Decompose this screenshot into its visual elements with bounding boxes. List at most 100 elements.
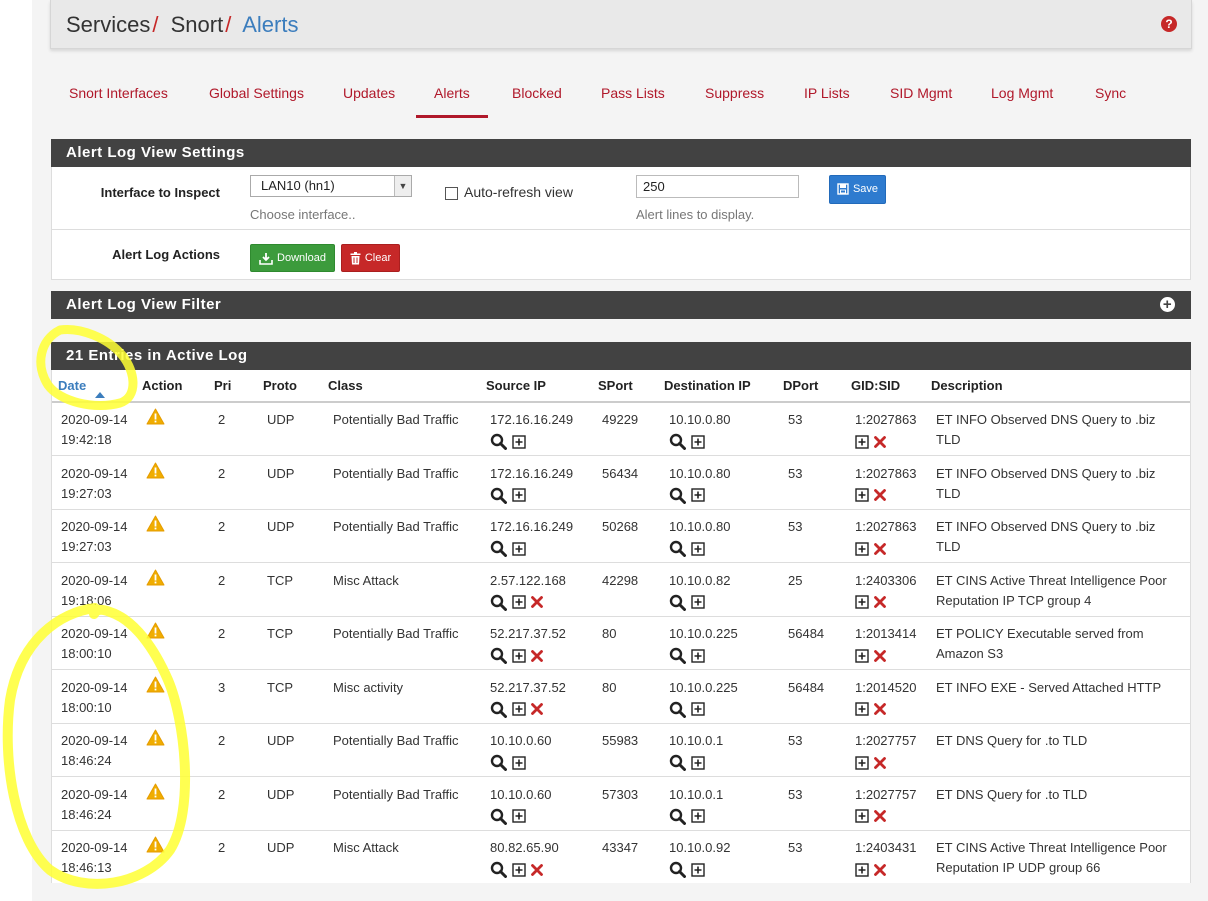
breadcrumb-services[interactable]: Services [66, 12, 150, 37]
source-ip[interactable]: 80.82.65.90 [490, 838, 559, 858]
magnifier-icon[interactable] [669, 433, 686, 451]
destination-ip[interactable]: 10.10.0.80 [669, 517, 730, 537]
tab-alerts[interactable]: Alerts [416, 74, 488, 118]
interface-select[interactable]: LAN10 (hn1) ▼ [250, 175, 412, 197]
plus-square-icon[interactable] [691, 541, 705, 556]
source-ip[interactable]: 172.16.16.249 [490, 410, 573, 430]
plus-square-icon[interactable] [512, 488, 526, 502]
plus-square-icon[interactable] [855, 755, 869, 770]
gid-sid[interactable]: 1:2027757 [855, 731, 916, 751]
column-header-source-ip[interactable]: Source IP [486, 370, 546, 402]
clear-button[interactable]: Clear [341, 244, 400, 272]
x-icon[interactable] [874, 756, 886, 769]
plus-square-icon[interactable] [512, 541, 526, 556]
column-header-class[interactable]: Class [328, 370, 363, 402]
plus-square-icon[interactable] [512, 595, 526, 609]
x-icon[interactable] [874, 489, 886, 501]
magnifier-icon[interactable] [669, 754, 686, 772]
gid-sid[interactable]: 1:2027863 [855, 517, 916, 537]
destination-ip[interactable]: 10.10.0.1 [669, 731, 723, 751]
plus-square-icon[interactable] [512, 702, 526, 716]
source-ip[interactable]: 10.10.0.60 [490, 731, 551, 751]
plus-square-icon[interactable] [855, 862, 869, 877]
plus-square-icon[interactable] [512, 434, 526, 449]
magnifier-icon[interactable] [490, 594, 507, 611]
column-header-dport[interactable]: DPort [783, 370, 818, 402]
plus-square-icon[interactable] [512, 755, 526, 770]
destination-ip[interactable]: 10.10.0.92 [669, 838, 730, 858]
destination-ip[interactable]: 10.10.0.225 [669, 624, 738, 644]
destination-ip[interactable]: 10.10.0.1 [669, 785, 723, 805]
plus-square-icon[interactable] [691, 434, 705, 449]
tab-pass-lists[interactable]: Pass Lists [583, 74, 683, 118]
gid-sid[interactable]: 1:2027757 [855, 785, 916, 805]
source-ip[interactable]: 172.16.16.249 [490, 464, 573, 484]
download-button[interactable]: Download [250, 244, 335, 272]
save-button[interactable]: Save [829, 175, 886, 204]
plus-square-icon[interactable] [512, 648, 526, 663]
x-icon[interactable] [531, 649, 543, 662]
magnifier-icon[interactable] [669, 487, 686, 504]
plus-square-icon[interactable] [855, 595, 869, 609]
destination-ip[interactable]: 10.10.0.225 [669, 678, 738, 698]
destination-ip[interactable]: 10.10.0.80 [669, 410, 730, 430]
magnifier-icon[interactable] [669, 540, 686, 558]
tab-updates[interactable]: Updates [325, 74, 413, 118]
plus-square-icon[interactable] [855, 648, 869, 663]
column-header-pri[interactable]: Pri [214, 370, 231, 402]
gid-sid[interactable]: 1:2013414 [855, 624, 916, 644]
column-header-description[interactable]: Description [931, 370, 1003, 402]
magnifier-icon[interactable] [490, 433, 507, 451]
column-header-gid-sid[interactable]: GID:SID [851, 370, 900, 402]
plus-square-icon[interactable] [512, 862, 526, 877]
magnifier-icon[interactable] [490, 808, 507, 825]
magnifier-icon[interactable] [490, 647, 507, 665]
source-ip[interactable]: 172.16.16.249 [490, 517, 573, 537]
source-ip[interactable]: 52.217.37.52 [490, 678, 566, 698]
x-icon[interactable] [874, 649, 886, 662]
chevron-down-icon[interactable]: ▼ [394, 176, 411, 196]
destination-ip[interactable]: 10.10.0.80 [669, 464, 730, 484]
alert-lines-input[interactable]: 250 [636, 175, 799, 198]
gid-sid[interactable]: 1:2403306 [855, 571, 916, 591]
gid-sid[interactable]: 1:2403431 [855, 838, 916, 858]
gid-sid[interactable]: 1:2027863 [855, 410, 916, 430]
x-icon[interactable] [874, 703, 886, 715]
plus-square-icon[interactable] [691, 809, 705, 823]
x-icon[interactable] [531, 703, 543, 715]
x-icon[interactable] [874, 863, 886, 876]
magnifier-icon[interactable] [490, 540, 507, 558]
tab-sync[interactable]: Sync [1077, 74, 1144, 118]
plus-square-icon[interactable] [691, 488, 705, 502]
help-icon[interactable]: ? [1161, 16, 1177, 32]
magnifier-icon[interactable] [669, 808, 686, 825]
column-header-destination-ip[interactable]: Destination IP [664, 370, 751, 402]
destination-ip[interactable]: 10.10.0.82 [669, 571, 730, 591]
magnifier-icon[interactable] [669, 861, 686, 879]
plus-square-icon[interactable] [691, 702, 705, 716]
plus-square-icon[interactable] [855, 809, 869, 823]
tab-ip-lists[interactable]: IP Lists [786, 74, 868, 118]
magnifier-icon[interactable] [490, 754, 507, 772]
plus-square-icon[interactable] [691, 648, 705, 663]
column-header-proto[interactable]: Proto [263, 370, 297, 402]
plus-square-icon[interactable] [691, 862, 705, 877]
plus-square-icon[interactable] [512, 809, 526, 823]
magnifier-icon[interactable] [490, 861, 507, 879]
column-header-date[interactable]: Date [58, 370, 86, 402]
column-header-sport[interactable]: SPort [598, 370, 633, 402]
gid-sid[interactable]: 1:2014520 [855, 678, 916, 698]
x-icon[interactable] [874, 542, 886, 555]
sort-ascending-icon[interactable] [95, 392, 105, 398]
plus-square-icon[interactable] [855, 702, 869, 716]
x-icon[interactable] [874, 810, 886, 822]
x-icon[interactable] [531, 596, 543, 608]
tab-snort-interfaces[interactable]: Snort Interfaces [51, 74, 186, 118]
plus-square-icon[interactable] [855, 434, 869, 449]
tab-blocked[interactable]: Blocked [494, 74, 580, 118]
magnifier-icon[interactable] [490, 701, 507, 718]
plus-square-icon[interactable] [855, 488, 869, 502]
magnifier-icon[interactable] [490, 487, 507, 504]
tab-global-settings[interactable]: Global Settings [191, 74, 322, 118]
tab-log-mgmt[interactable]: Log Mgmt [973, 74, 1071, 118]
